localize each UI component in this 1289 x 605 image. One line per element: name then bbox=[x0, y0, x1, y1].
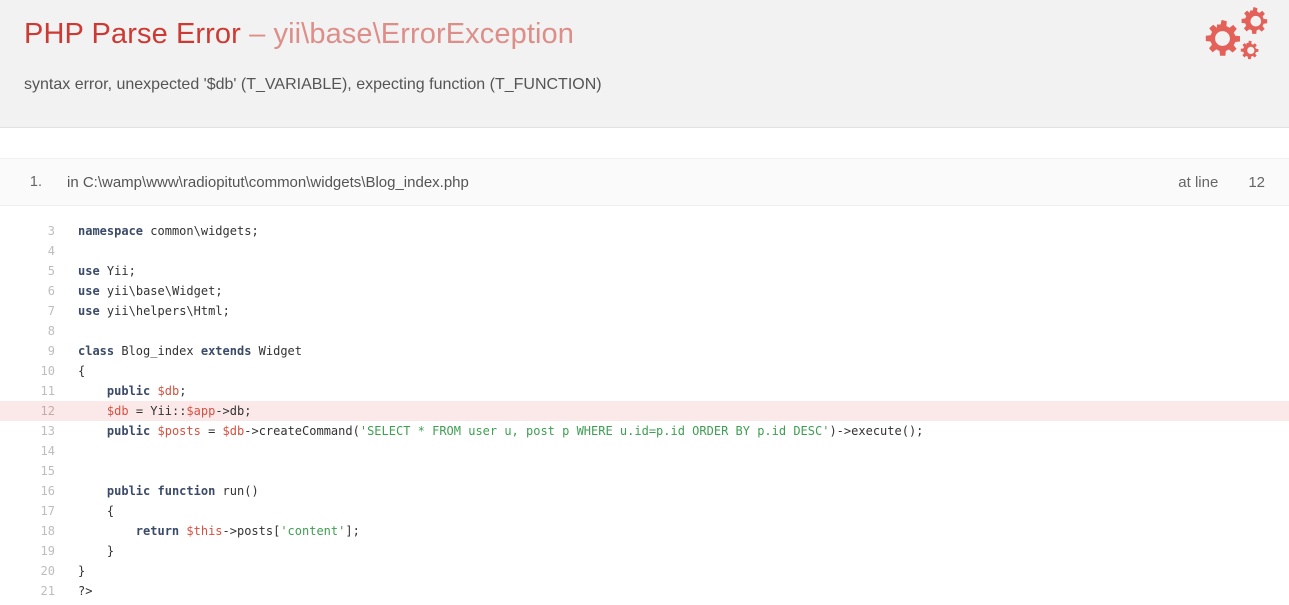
code-line: 18 return $this->posts['content']; bbox=[0, 521, 1289, 541]
code-line-source: ?> bbox=[78, 584, 93, 598]
code-line: 4 bbox=[0, 241, 1289, 261]
code-line-number: 16 bbox=[40, 484, 55, 498]
code-line: 8 bbox=[0, 321, 1289, 341]
code-line: 15 bbox=[0, 461, 1289, 481]
code-line-number: 6 bbox=[47, 284, 55, 298]
source-code-view: 3 namespace common\widgets; 4 5 use Yii; 6 us… bbox=[0, 206, 1289, 601]
code-line: 11 public $db; bbox=[0, 381, 1289, 401]
code-line: 20} bbox=[0, 561, 1289, 581]
code-line-source: { bbox=[78, 504, 115, 518]
code-line-source: } bbox=[78, 544, 115, 558]
code-line-number: 14 bbox=[40, 444, 55, 458]
error-message: syntax error, unexpected '$db' (T_VARIAB… bbox=[24, 76, 602, 93]
code-line: 14 bbox=[0, 441, 1289, 461]
code-line: 16 public function run() bbox=[0, 481, 1289, 501]
gears-icon bbox=[1189, 6, 1275, 70]
code-line: 19 } bbox=[0, 541, 1289, 561]
code-line: 7 use yii\helpers\Html; bbox=[0, 301, 1289, 321]
page-title: PHP Parse Error – yii\base\ErrorExceptio… bbox=[24, 0, 1265, 51]
code-line-number: 12 bbox=[40, 404, 55, 418]
code-line-source: public function run() bbox=[106, 484, 259, 498]
code-line: 9 class Blog_index extends Widget bbox=[0, 341, 1289, 361]
code-line: 5 use Yii; bbox=[0, 261, 1289, 281]
error-header: PHP Parse Error – yii\base\ErrorExceptio… bbox=[0, 0, 1289, 128]
code-line-number: 11 bbox=[40, 384, 55, 398]
code-line-source: use yii\helpers\Html; bbox=[78, 304, 230, 318]
code-line-number: 8 bbox=[47, 324, 55, 338]
code-line-source: return $this->posts['content']; bbox=[135, 524, 360, 538]
code-line: 3 namespace common\widgets; bbox=[0, 221, 1289, 241]
call-stack-index: 1. bbox=[29, 174, 42, 190]
code-line-number: 20 bbox=[40, 564, 55, 578]
code-line-source bbox=[55, 461, 85, 481]
call-stack-item[interactable]: 1. in C:\wamp\www\radiopitut\common\widg… bbox=[0, 158, 1289, 206]
code-line-source: public $posts = $db->createCommand('SELE… bbox=[106, 424, 924, 438]
code-line-source: use Yii; bbox=[78, 264, 136, 278]
code-line: 10 { bbox=[0, 361, 1289, 381]
code-line: 17 { bbox=[0, 501, 1289, 521]
code-line-number: 10 bbox=[40, 364, 55, 378]
code-line-number: 7 bbox=[47, 304, 55, 318]
code-line-number: 19 bbox=[40, 544, 55, 558]
code-line-source: public $db; bbox=[106, 384, 187, 398]
code-line-number: 21 bbox=[40, 584, 55, 598]
code-line-number: 4 bbox=[47, 244, 55, 258]
code-line-source: { bbox=[78, 364, 86, 378]
code-line: 21 ?> bbox=[0, 581, 1289, 601]
code-line-number: 13 bbox=[40, 424, 55, 438]
code-line-source bbox=[55, 441, 85, 461]
code-line-number: 5 bbox=[47, 264, 55, 278]
code-line-number: 18 bbox=[40, 524, 55, 538]
error-line-number: 12 bbox=[1248, 173, 1265, 191]
at-line-label: at line bbox=[1178, 173, 1219, 191]
code-line-source bbox=[55, 241, 85, 261]
code-line-source bbox=[55, 321, 85, 341]
code-line-number: 9 bbox=[47, 344, 55, 358]
code-line-source: } bbox=[78, 564, 86, 578]
code-line-source: namespace common\widgets; bbox=[78, 224, 259, 238]
exception-class-text: yii\base\ErrorException bbox=[273, 18, 574, 50]
title-separator: – bbox=[249, 18, 266, 50]
code-line-source: class Blog_index extends Widget bbox=[78, 344, 303, 358]
code-line-source: use yii\base\Widget; bbox=[78, 284, 223, 298]
code-line: 6 use yii\base\Widget; bbox=[0, 281, 1289, 301]
code-line-number: 3 bbox=[47, 224, 55, 238]
code-line-number: 15 bbox=[40, 464, 55, 478]
code-line-source: $db = Yii::$app->db; bbox=[106, 404, 252, 418]
code-line-number: 17 bbox=[40, 504, 55, 518]
error-type-text: PHP Parse Error bbox=[24, 18, 241, 50]
code-line: 13 public $posts = $db->createCommand('S… bbox=[0, 421, 1289, 441]
call-stack-file-path[interactable]: in C:\wamp\www\radiopitut\common\widgets… bbox=[52, 174, 1178, 191]
code-line-error: 12 $db = Yii::$app->db; bbox=[0, 401, 1289, 421]
call-stack: 1. in C:\wamp\www\radiopitut\common\widg… bbox=[0, 128, 1289, 206]
